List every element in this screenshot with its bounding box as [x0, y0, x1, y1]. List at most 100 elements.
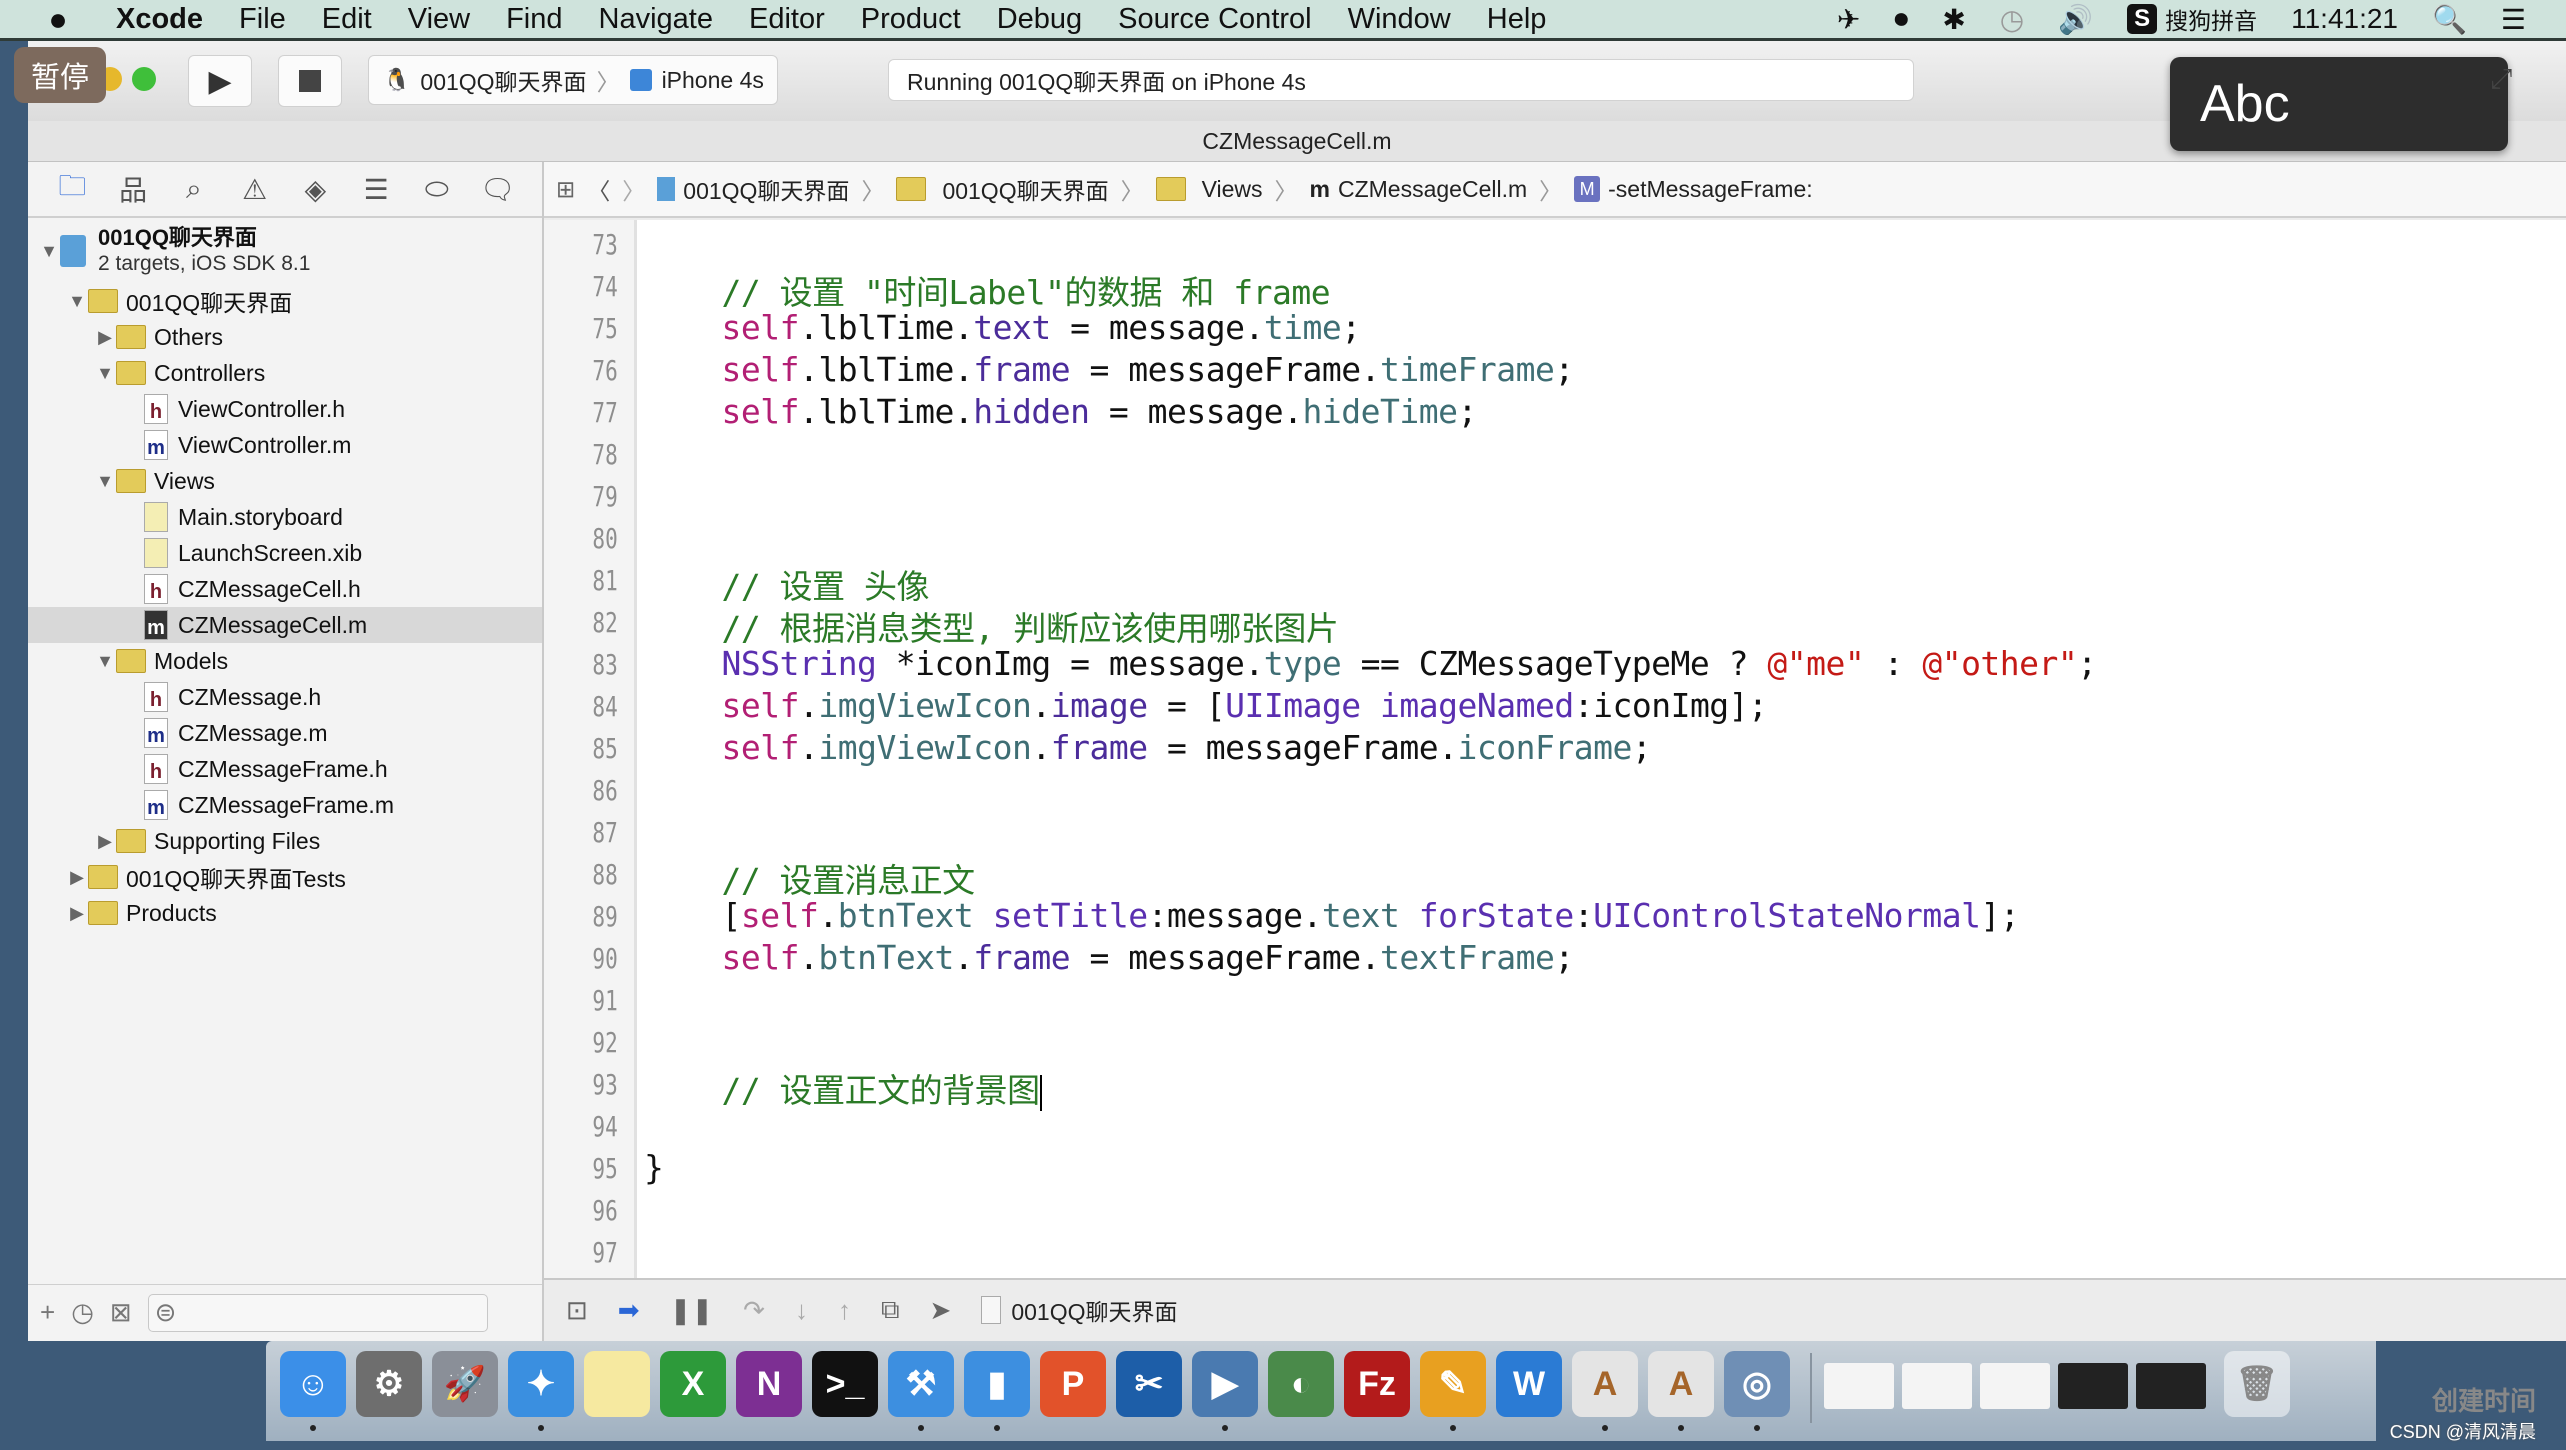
code-line[interactable]: self.imgViewIcon.image = [UIImage imageN…	[644, 686, 1767, 725]
code-line[interactable]: self.btnText.frame = messageFrame.textFr…	[644, 938, 1574, 977]
code-line[interactable]: // 根据消息类型, 判断应该使用哪张图片	[644, 602, 1338, 650]
tree-item[interactable]: h CZMessageFrame.h	[28, 751, 542, 787]
location-icon[interactable]: ➤	[930, 1295, 952, 1326]
clock[interactable]: 11:41:21	[2291, 3, 2398, 35]
tree-item[interactable]: ▼ Controllers	[28, 355, 542, 391]
tree-item[interactable]: ▶ Supporting Files	[28, 823, 542, 859]
time-machine-icon[interactable]: ◷	[2000, 3, 2024, 36]
breadcrumb-project[interactable]: 001QQ聊天界面	[657, 172, 849, 206]
tree-item[interactable]: ▶ 001QQ聊天界面Tests	[28, 859, 542, 895]
tree-item[interactable]: ▶ Others	[28, 319, 542, 355]
disclosure-open-icon[interactable]: ▼	[94, 651, 116, 672]
fullscreen-arrows-icon[interactable]: ⤢	[2490, 63, 2512, 96]
pause-icon[interactable]: ❚❚	[670, 1295, 714, 1326]
volume-icon[interactable]: 🔊	[2058, 3, 2093, 36]
dock-time-machine-icon[interactable]: ◐	[1268, 1351, 1334, 1417]
dock-screen-stack-2-icon[interactable]	[2136, 1363, 2206, 1409]
step-out-icon[interactable]: ↑	[838, 1295, 851, 1326]
run-button[interactable]: ▶	[188, 55, 252, 107]
menu-app-name[interactable]: Xcode	[116, 3, 203, 36]
menu-edit[interactable]: Edit	[322, 3, 372, 36]
code-line[interactable]: self.lblTime.text = message.time;	[644, 308, 1361, 347]
tree-item[interactable]: ▼ Models	[28, 643, 542, 679]
breadcrumb-group[interactable]: 001QQ聊天界面	[896, 172, 1109, 206]
dock-simulator-icon[interactable]: ▮	[964, 1351, 1030, 1417]
step-into-icon[interactable]: ↓	[795, 1295, 808, 1326]
dock-word-icon[interactable]: W	[1496, 1351, 1562, 1417]
tree-item[interactable]: m CZMessage.m	[28, 715, 542, 751]
tree-item[interactable]: h CZMessage.h	[28, 679, 542, 715]
tree-item[interactable]: h ViewController.h	[28, 391, 542, 427]
menu-window[interactable]: Window	[1348, 3, 1451, 36]
tree-item[interactable]: m ViewController.m	[28, 427, 542, 463]
disclosure-open-icon[interactable]: ▼	[94, 471, 116, 492]
test-navigator-icon[interactable]: ◈	[298, 172, 332, 206]
breadcrumb-file[interactable]: m CZMessageCell.m	[1310, 176, 1528, 203]
debug-target[interactable]: 001QQ聊天界面	[981, 1293, 1178, 1327]
code-line[interactable]: // 设置 "时间Label"的数据 和 frame	[644, 266, 1330, 314]
dock-video-app-icon[interactable]: ▶	[1192, 1351, 1258, 1417]
step-over-icon[interactable]: ↷	[743, 1295, 765, 1326]
dock-filezilla-icon[interactable]: Fz	[1344, 1351, 1410, 1417]
spotlight-icon[interactable]: 🔍	[2432, 3, 2467, 36]
dock-sketch-tool-icon[interactable]: ✎	[1420, 1351, 1486, 1417]
disclosure-open-icon[interactable]: ▼	[94, 363, 116, 384]
disclosure-open-icon[interactable]: ▼	[38, 241, 60, 262]
tree-item[interactable]: Main.storyboard	[28, 499, 542, 535]
code-line[interactable]: [self.btnText setTitle:message.text forS…	[644, 896, 2019, 935]
filter-input[interactable]: ⊜	[147, 1293, 488, 1332]
forward-icon[interactable]: 〉	[622, 172, 645, 206]
disclosure-closed-icon[interactable]: ▶	[66, 903, 88, 924]
bluetooth-icon[interactable]: ✱	[1942, 3, 1965, 36]
symbol-navigator-icon[interactable]: 品	[116, 172, 150, 206]
scm-filter-icon[interactable]: ⊠	[110, 1297, 132, 1328]
code-line[interactable]: self.imgViewIcon.frame = messageFrame.ic…	[644, 728, 1651, 767]
code-line[interactable]: self.lblTime.frame = messageFrame.timeFr…	[644, 350, 1574, 389]
code-line[interactable]: // 设置正文的背景图	[644, 1064, 1042, 1112]
tree-item[interactable]: ▶ Products	[28, 895, 542, 931]
menu-debug[interactable]: Debug	[997, 3, 1082, 36]
add-icon[interactable]: +	[40, 1297, 55, 1328]
tree-item[interactable]: h CZMessageCell.h	[28, 571, 542, 607]
dock-terminal-icon[interactable]: >_	[812, 1351, 878, 1417]
code-line[interactable]: self.lblTime.hidden = message.hideTime;	[644, 392, 1477, 431]
recent-files-icon[interactable]: ◷	[71, 1297, 94, 1328]
project-root[interactable]: ▼ 001QQ聊天界面 2 targets, iOS SDK 8.1	[28, 222, 542, 280]
apple-menu-icon[interactable]: ●	[38, 1, 78, 38]
dock-doc-stack-1-icon[interactable]	[1824, 1363, 1894, 1409]
report-navigator-icon[interactable]: 🗨	[480, 172, 516, 206]
tree-item[interactable]: m CZMessageFrame.m	[28, 787, 542, 823]
dock-doc-stack-3-icon[interactable]	[1980, 1363, 2050, 1409]
project-navigator-icon[interactable]: 🗀	[55, 170, 89, 206]
input-method-menu[interactable]: S 搜狗拼音	[2127, 2, 2257, 36]
disclosure-closed-icon[interactable]: ▶	[66, 867, 88, 888]
dock-finder-icon[interactable]: ☺	[280, 1351, 346, 1417]
related-items-icon[interactable]: ⊞	[556, 176, 575, 203]
view-hierarchy-icon[interactable]: ⧉	[881, 1294, 900, 1326]
find-navigator-icon[interactable]: ⌕	[177, 172, 211, 206]
breadcrumb-method[interactable]: M -setMessageFrame:	[1574, 176, 1813, 203]
tree-item[interactable]: LaunchScreen.xib	[28, 535, 542, 571]
tree-item[interactable]: ▼ 001QQ聊天界面	[28, 283, 542, 319]
dock-powerpoint-icon[interactable]: P	[1040, 1351, 1106, 1417]
menu-help[interactable]: Help	[1487, 3, 1547, 36]
dock-textedit-2-icon[interactable]: A	[1648, 1351, 1714, 1417]
dock-trash-icon[interactable]: 🗑	[2224, 1351, 2290, 1417]
menu-view[interactable]: View	[408, 3, 470, 36]
code-line[interactable]: }	[644, 1148, 664, 1187]
stop-button[interactable]	[278, 55, 342, 107]
dock-launchpad-icon[interactable]: 🚀	[432, 1351, 498, 1417]
disclosure-open-icon[interactable]: ▼	[66, 291, 88, 312]
zoom-button[interactable]	[132, 67, 156, 91]
dock-notes-icon[interactable]	[584, 1351, 650, 1417]
dock-safari-icon[interactable]: ✦	[508, 1351, 574, 1417]
disclosure-closed-icon[interactable]: ▶	[94, 327, 116, 348]
airplane-icon[interactable]: ✈	[1837, 3, 1860, 36]
dock-excel-icon[interactable]: X	[660, 1351, 726, 1417]
menu-navigate[interactable]: Navigate	[599, 3, 713, 36]
notification-center-icon[interactable]: ☰	[2501, 3, 2526, 36]
dock-screen-stack-1-icon[interactable]	[2058, 1363, 2128, 1409]
source-editor[interactable]: 73 74 75 76 77 78 79 80 81 82 83 84 85 86 87 88 89 90 91 92…	[544, 220, 2566, 1278]
back-icon[interactable]: 〈	[587, 172, 610, 206]
menu-file[interactable]: File	[239, 3, 286, 36]
